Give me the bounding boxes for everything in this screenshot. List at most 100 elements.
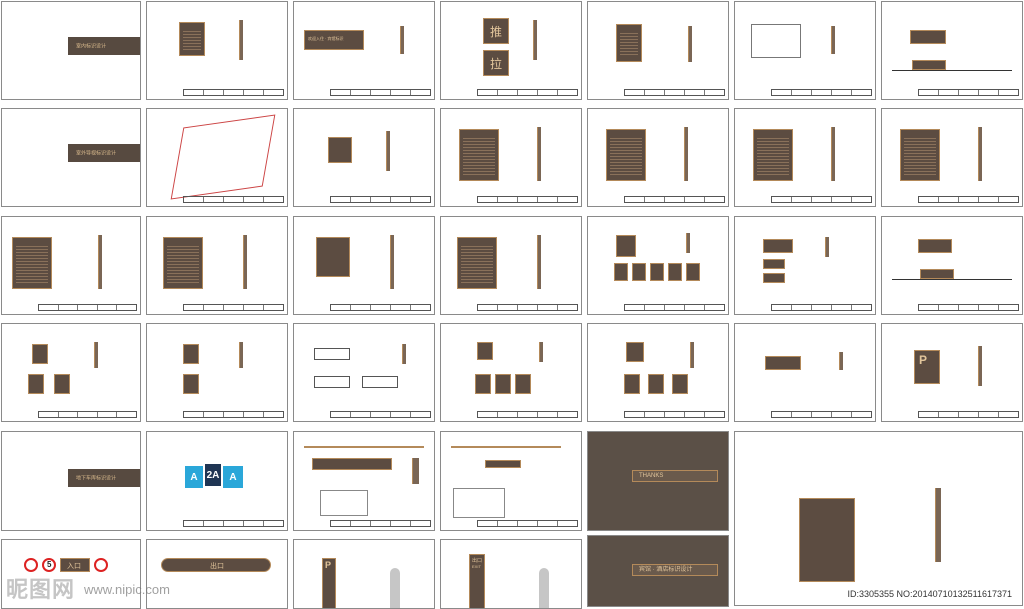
sign-side-view: [690, 342, 694, 368]
sign-side-view: [94, 342, 98, 368]
title-block: [330, 196, 431, 203]
sign-side-view: [412, 458, 419, 484]
sign-side-view: [537, 127, 541, 181]
sign-side-view: [831, 127, 835, 181]
title-block: [330, 304, 431, 311]
title-block: [918, 411, 1019, 418]
sign-side-view: [686, 233, 690, 253]
sign-side-view: [688, 26, 692, 62]
page-b-sign-3: [587, 108, 729, 207]
push-sign: 推: [483, 18, 509, 44]
title-block: [771, 196, 872, 203]
parking-sign: P: [914, 350, 940, 384]
sign-side-view: [935, 488, 941, 562]
prohibit-sign-3: [672, 374, 688, 394]
page-b-room-signs: [587, 216, 729, 315]
entrance-sign: 入口: [60, 558, 90, 572]
title-block: [624, 89, 725, 96]
notice-board: [751, 24, 801, 58]
exit-sign: 出口: [161, 558, 271, 572]
page-c-exit-sign: 出口: [146, 539, 288, 609]
banner-text: 欢迎入住 · 宾馆标识: [308, 36, 344, 41]
title-block: [38, 411, 137, 418]
welcome-banner-sign: 欢迎入住 · 宾馆标识: [304, 30, 364, 50]
section-b-title: 室外导视标识设计: [76, 150, 117, 157]
page-a-directory-sign: [146, 1, 288, 100]
large-map-sign: [799, 498, 855, 582]
title-block: [183, 304, 284, 311]
rules-sign: [900, 129, 940, 181]
room-sign-3: [515, 374, 531, 394]
room-sign-2: [632, 263, 646, 281]
restroom-sign-men: [28, 374, 44, 394]
pull-sign: 拉: [483, 50, 509, 76]
page-b-sign-2: [440, 108, 582, 207]
title-block: [183, 520, 284, 527]
section-a-band: 室内标识设计 A: [68, 37, 140, 55]
section-a-title: 室内标识设计: [76, 43, 107, 50]
room-sign-1: [475, 374, 491, 394]
closing-band: 宾馆 · 酒店标识设计: [632, 564, 718, 576]
floor-sign-1: [314, 348, 350, 360]
title-block: [477, 304, 578, 311]
restroom-sign-main: [32, 344, 48, 364]
direction-sign-1: [763, 239, 793, 253]
title-block: [918, 89, 1019, 96]
no-entry-icon: [24, 558, 38, 572]
site-plan-drawing: [170, 114, 276, 200]
title-block: [477, 196, 578, 203]
page-b-site-plan: [146, 108, 288, 207]
zone-2a-block: 2A: [205, 464, 221, 486]
page-b-restroom-signs: [1, 323, 141, 422]
sign-side-view: [978, 127, 982, 181]
room-sign-3: [650, 263, 664, 281]
zone-a-block-2: A: [223, 466, 243, 488]
section-c-title: 地下车库标识设计: [76, 475, 117, 482]
prohibit-sign-1: [624, 374, 640, 394]
closing-title: 宾馆 · 酒店标识设计: [639, 567, 693, 573]
floor-sign-2: [314, 376, 350, 388]
sign-side-view: [537, 235, 541, 289]
title-block: [330, 411, 431, 418]
rules-sign: [606, 129, 646, 181]
title-block: [477, 89, 578, 96]
page-a-info-sign: [587, 1, 729, 100]
direction-sign-3: [763, 273, 785, 283]
rules-sign: [12, 237, 52, 289]
title-block: [771, 304, 872, 311]
sign-text-block: [183, 29, 201, 51]
page-b-sign-8: [293, 216, 435, 315]
pylon-parking-letter: P: [325, 560, 332, 570]
page-b-room-signs-2: [440, 323, 582, 422]
title-block: [477, 411, 578, 418]
watermark-logo: 昵图网: [6, 577, 76, 602]
prohibit-sign-2: [648, 374, 664, 394]
page-b-plaque: [734, 323, 876, 422]
restroom-sign-women: [54, 374, 70, 394]
sign-side-view: [684, 127, 688, 181]
title-block: [771, 89, 872, 96]
restroom-sign-top: [183, 344, 199, 364]
page-b-sign-1: [293, 108, 435, 207]
ground-sign: [918, 239, 952, 253]
page-a-outdoor-sign: [881, 1, 1023, 100]
ground-line: [892, 70, 1012, 71]
outdoor-sign-elevation: [910, 30, 946, 44]
page-c-parking-pylon: P: [293, 539, 435, 609]
page-b-ground-sign: [881, 216, 1023, 315]
section-b-band: 室外导视标识设计 B: [68, 144, 140, 162]
footer-id: ID:3305355 NO:20140710132511617371: [847, 589, 1012, 599]
sign-side-view: [400, 26, 404, 54]
page-b-prohibit-signs: [587, 323, 729, 422]
sign-side-view: [831, 26, 835, 54]
title-block: [330, 520, 431, 527]
page-b-sign-6: [1, 216, 141, 315]
title-block: [771, 411, 872, 418]
title-block: [183, 196, 284, 203]
rules-sign: [459, 129, 499, 181]
room-sign-1: [614, 263, 628, 281]
sign-text-block: [904, 136, 936, 176]
title-block: [624, 411, 725, 418]
parking-letter: P: [919, 353, 928, 367]
sign-text-block: [757, 136, 789, 176]
